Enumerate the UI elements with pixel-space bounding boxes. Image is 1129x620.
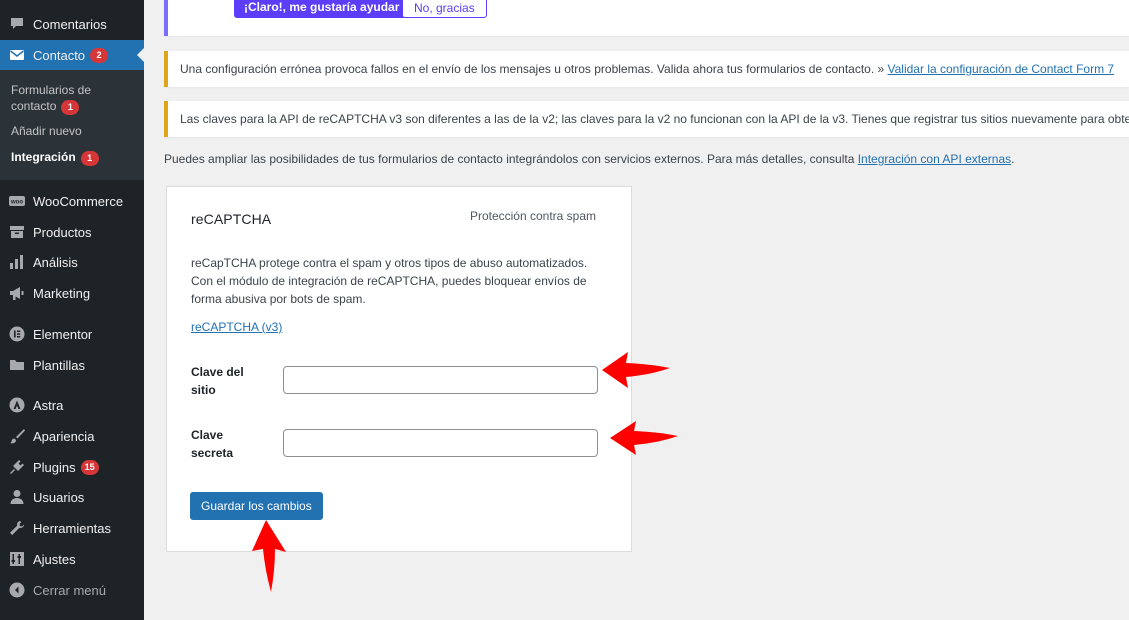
annotation-arrow-icon: [252, 520, 286, 592]
submenu-item-formularios[interactable]: Formularios de contacto 1: [11, 82, 136, 115]
card-title: reCAPTCHA: [191, 211, 272, 227]
card-description: reCapTCHA protege contra el spam y otros…: [191, 256, 588, 306]
sidebar-item-label: Análisis: [33, 254, 78, 270]
sidebar-item-label: Cerrar menú: [33, 582, 106, 598]
sidebar-item-elementor[interactable]: Elementor: [0, 319, 144, 349]
sidebar-item-label: WooCommerce: [33, 193, 124, 209]
contacto-submenu: Formularios de contacto 1 Añadir nuevo In…: [0, 70, 144, 180]
sidebar-item-label: Productos: [33, 224, 92, 240]
submenu-item-label: Formularios de contacto: [11, 83, 92, 113]
submenu-item-label: Integración: [11, 150, 76, 164]
sidebar-item-label: Elementor: [33, 326, 93, 342]
svg-text:woo: woo: [10, 200, 23, 206]
sidebar-item-woocommerce[interactable]: woo WooCommerce: [0, 186, 144, 216]
page-icon: [9, 0, 25, 4]
folder-icon: [9, 357, 25, 373]
elementor-icon: [9, 326, 25, 342]
sidebar-item-label: Usuarios: [33, 489, 85, 505]
collapse-icon: [9, 582, 25, 598]
sidebar-item-plugins[interactable]: Plugins 15: [0, 452, 144, 482]
api-keys-notice: Las claves para la API de reCAPTCHA v3 s…: [164, 101, 1129, 137]
secret-key-input[interactable]: [283, 429, 598, 457]
sidebar-item-analisis[interactable]: Análisis: [0, 247, 144, 277]
sidebar-item-label: Marketing: [33, 285, 91, 301]
wrench-icon: [9, 520, 25, 536]
notification-badge: 2: [90, 47, 109, 63]
validate-config-link[interactable]: Validar la configuración de Contact Form…: [888, 62, 1115, 76]
notification-badge: 1: [61, 100, 80, 115]
sidebar-item-label: Comentarios: [33, 16, 107, 32]
sidebar-item-label: Astra: [33, 397, 64, 413]
recaptcha-v3-link[interactable]: reCAPTCHA (v3): [191, 320, 282, 334]
external-api-link[interactable]: Integración con API externas: [858, 152, 1011, 166]
site-key-label: Clave del sitio: [191, 365, 244, 397]
submenu-item-integracion[interactable]: Integración 1: [11, 149, 136, 166]
notification-badge: 1: [80, 151, 99, 166]
admin-sidebar: Comentarios Contacto 2 Formularios de co…: [0, 0, 144, 620]
help-no-button[interactable]: No, gracias: [402, 0, 487, 18]
settings-sliders-icon: [9, 551, 25, 567]
sidebar-item-cut-off[interactable]: [0, 0, 144, 6]
intro-text: Puedes ampliar las posibilidades de tus …: [164, 152, 858, 166]
bar-chart-icon: [9, 254, 25, 270]
sidebar-item-ajustes[interactable]: Ajustes: [0, 544, 144, 574]
collapse-menu-button[interactable]: Cerrar menú: [0, 575, 144, 605]
sidebar-item-usuarios[interactable]: Usuarios: [0, 482, 144, 512]
comment-icon: [9, 16, 25, 32]
notification-badge: 15: [80, 459, 99, 475]
mail-icon: [9, 47, 25, 63]
sidebar-item-marketing[interactable]: Marketing: [0, 278, 144, 308]
recaptcha-card: reCAPTCHA Protección contra spam reCapTC…: [166, 186, 632, 552]
astra-icon: [9, 397, 25, 413]
sidebar-item-label: Contacto: [33, 47, 86, 63]
config-warning-notice: Una configuración errónea provoca fallos…: [164, 51, 1129, 87]
card-category-tag: Protección contra spam: [469, 209, 596, 223]
intro-suffix: .: [1011, 152, 1015, 166]
paintbrush-icon: [9, 428, 25, 444]
site-key-input[interactable]: [283, 366, 598, 394]
sidebar-item-label: Ajustes: [33, 551, 76, 567]
sidebar-item-apariencia[interactable]: Apariencia: [0, 421, 144, 451]
annotation-arrow-icon: [610, 421, 678, 455]
sidebar-item-label: Herramientas: [33, 520, 112, 536]
help-yes-button[interactable]: ¡Claro!, me gustaría ayudar: [234, 0, 410, 18]
sidebar-item-label: Plugins: [33, 459, 76, 475]
sidebar-item-contacto[interactable]: Contacto 2: [0, 40, 144, 70]
user-icon: [9, 489, 25, 505]
submenu-item-anadir-nuevo[interactable]: Añadir nuevo: [11, 123, 136, 139]
notice-text: Las claves para la API de reCAPTCHA v3 s…: [180, 112, 1129, 126]
sidebar-item-herramientas[interactable]: Herramientas: [0, 513, 144, 543]
notice-text: Una configuración errónea provoca fallos…: [180, 62, 888, 76]
archive-icon: [9, 224, 25, 240]
intro-paragraph: Puedes ampliar las posibilidades de tus …: [164, 152, 1014, 166]
sidebar-item-plantillas[interactable]: Plantillas: [0, 350, 144, 380]
feedback-notice: ¡Claro!, me gustaría ayudar No, gracias: [164, 0, 1129, 36]
megaphone-icon: [9, 285, 25, 301]
save-changes-button[interactable]: Guardar los cambios: [190, 492, 323, 520]
plug-icon: [9, 459, 25, 475]
sidebar-item-label: Apariencia: [33, 428, 95, 444]
annotation-arrow-icon: [602, 352, 670, 388]
woocommerce-icon: woo: [9, 193, 25, 209]
sidebar-item-label: Plantillas: [33, 357, 86, 373]
submenu-item-label: Añadir nuevo: [11, 124, 82, 138]
sidebar-item-astra[interactable]: Astra: [0, 390, 144, 420]
secret-key-label: Clave secreta: [191, 428, 234, 460]
sidebar-item-comentarios[interactable]: Comentarios: [0, 9, 144, 39]
sidebar-item-productos[interactable]: Productos: [0, 217, 144, 247]
